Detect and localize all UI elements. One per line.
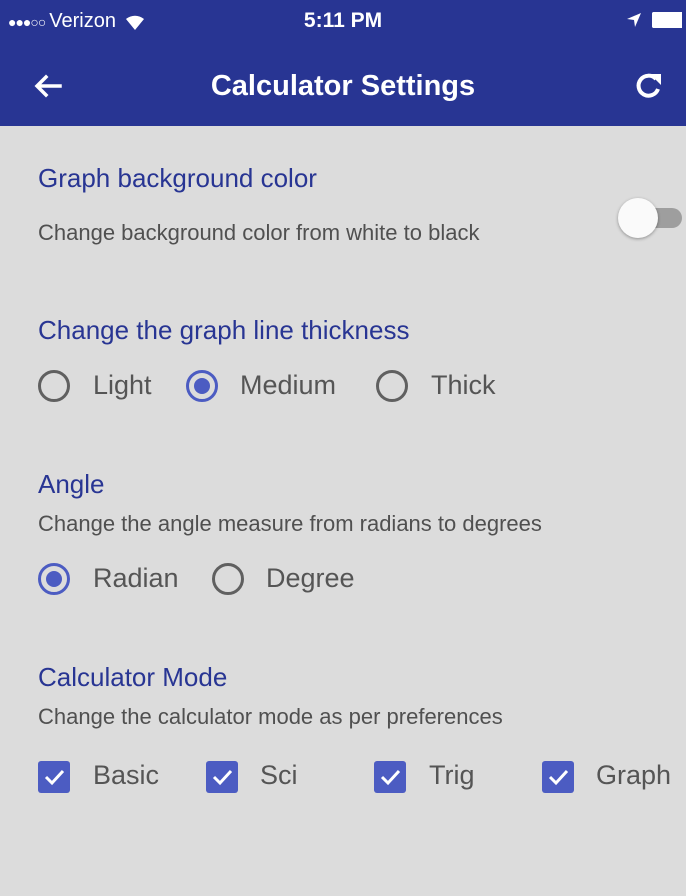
graph-background-toggle[interactable] (618, 198, 682, 238)
radio-thick-label: Thick (431, 370, 496, 400)
radio-light[interactable] (38, 370, 70, 402)
toggle-thumb (618, 198, 658, 238)
checkmark-icon (380, 769, 401, 786)
line-thickness-heading: Change the graph line thickness (38, 315, 410, 345)
radio-medium-label: Medium (240, 370, 337, 400)
refresh-icon[interactable] (634, 70, 664, 100)
app-bar: Calculator Settings (0, 40, 686, 126)
radio-radian[interactable] (38, 563, 70, 595)
checkmark-icon (44, 769, 65, 786)
graph-background-description: Change background color from white to bl… (38, 220, 480, 245)
checkmark-icon (548, 769, 569, 786)
radio-medium[interactable] (186, 370, 218, 402)
checkbox-sci[interactable] (206, 761, 238, 793)
angle-description: Change the angle measure from radians to… (38, 511, 542, 536)
page-title: Calculator Settings (210, 70, 476, 102)
calculator-mode-heading: Calculator Mode (38, 662, 228, 692)
checkmark-icon (212, 769, 233, 786)
checkbox-trig[interactable] (374, 761, 406, 793)
status-time: 5:11 PM (303, 9, 383, 32)
checkbox-trig-label: Trig (429, 760, 475, 790)
checkbox-graph[interactable] (542, 761, 574, 793)
checkbox-basic-label: Basic (93, 760, 160, 790)
radio-light-label: Light (93, 370, 152, 400)
battery-icon (652, 12, 682, 28)
location-arrow-icon (627, 13, 641, 27)
radio-degree-label: Degree (266, 563, 355, 593)
checkbox-sci-label: Sci (260, 760, 298, 790)
status-bar: ●●●○○ Verizon 5:11 PM (0, 0, 686, 40)
checkbox-graph-label: Graph (596, 760, 672, 790)
radio-degree[interactable] (212, 563, 244, 595)
checkbox-basic[interactable] (38, 761, 70, 793)
graph-background-heading: Graph background color (38, 163, 317, 193)
settings-screen: ●●●○○ Verizon 5:11 PM Calculator Setting… (0, 0, 686, 896)
radio-radian-label: Radian (93, 563, 179, 593)
status-right (626, 12, 682, 28)
calculator-mode-description: Change the calculator mode as per prefer… (38, 704, 503, 729)
angle-heading: Angle (38, 469, 105, 499)
radio-thick[interactable] (376, 370, 408, 402)
